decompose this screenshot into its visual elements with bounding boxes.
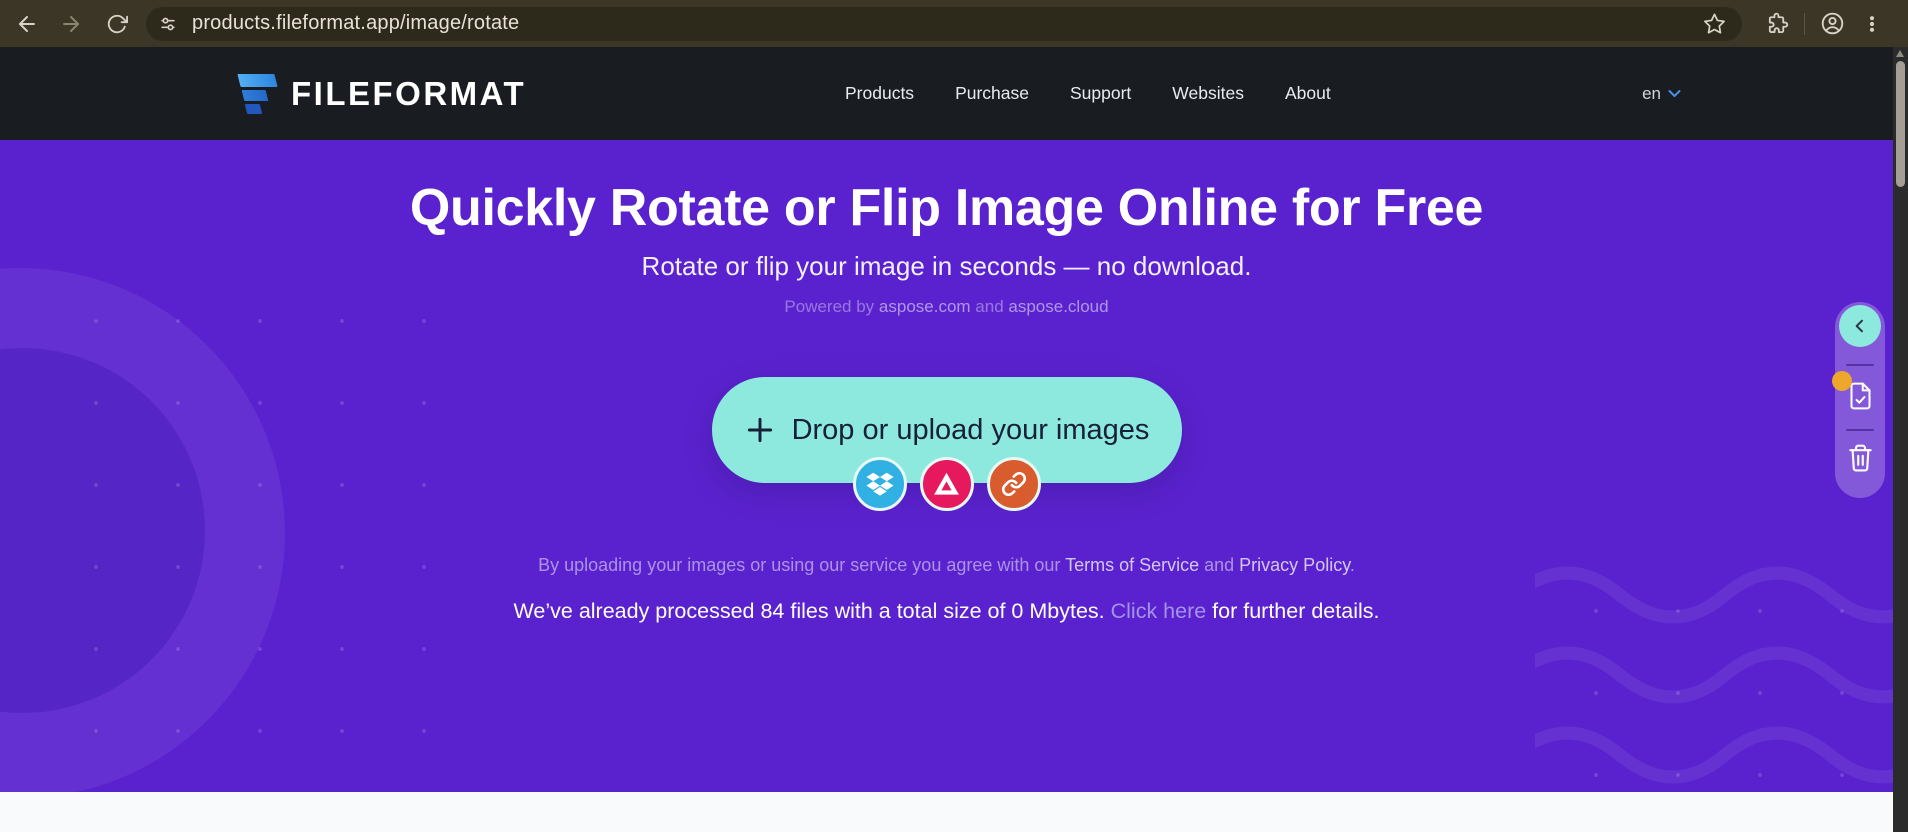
floating-side-panel (1832, 302, 1885, 498)
browser-menu-button[interactable] (1855, 7, 1889, 41)
site-header: FILEFORMAT Products Purchase Support Web… (0, 47, 1893, 140)
extensions-button[interactable] (1760, 7, 1794, 41)
scroll-up-arrow[interactable] (1896, 50, 1904, 57)
click-here-link[interactable]: Click here (1111, 599, 1207, 623)
language-selector[interactable]: en (1642, 47, 1681, 140)
forward-icon (63, 15, 79, 32)
toolbar-separator (1804, 12, 1805, 35)
back-icon (19, 15, 35, 32)
stats-line: We’ve already processed 84 files with a … (0, 599, 1893, 624)
powered-by-line: Powered by aspose.com and aspose.cloud (0, 297, 1893, 317)
profile-icon (1821, 12, 1843, 35)
logo-text: FILEFORMAT (291, 75, 527, 112)
cloud-upload-row (852, 457, 1041, 511)
terms-of-service-link[interactable]: Terms of Service (1065, 555, 1199, 575)
nav-about[interactable]: About (1285, 83, 1331, 104)
nav-websites[interactable]: Websites (1172, 83, 1244, 104)
google-drive-icon (934, 472, 959, 495)
forward-button[interactable] (54, 7, 88, 41)
terms-line: By uploading your images or using our se… (0, 555, 1893, 576)
aspose-com-link[interactable]: aspose.com (879, 297, 971, 316)
powered-and: and (970, 297, 1009, 316)
dropbox-upload-button[interactable] (852, 457, 907, 511)
terms-suffix: . (1349, 555, 1355, 575)
url-text[interactable]: products.fileformat.app/image/rotate (192, 12, 519, 35)
hero-section: Quickly Rotate or Flip Image Online for … (0, 140, 1893, 792)
trash-icon (1848, 444, 1872, 472)
footer-strip (0, 792, 1893, 832)
nav-support[interactable]: Support (1070, 83, 1131, 104)
plus-icon (747, 417, 772, 443)
fileformat-logo-icon (237, 71, 283, 117)
panel-collapse-button[interactable] (1839, 305, 1881, 347)
upload-area: Drop or upload your images (711, 377, 1182, 511)
nav-purchase[interactable]: Purchase (955, 83, 1029, 104)
reload-button[interactable] (100, 7, 134, 41)
google-drive-upload-button[interactable] (919, 457, 974, 511)
chevron-left-icon (1855, 319, 1863, 333)
logo[interactable]: FILEFORMAT (237, 71, 526, 117)
clear-files-button[interactable] (1845, 441, 1875, 473)
privacy-policy-link[interactable]: Privacy Policy (1239, 555, 1350, 575)
page-title: Quickly Rotate or Flip Image Online for … (409, 179, 1484, 237)
reload-icon (107, 14, 128, 33)
stats-suffix: for further details. (1206, 599, 1380, 623)
page-scrollbar[interactable] (1893, 47, 1908, 832)
dropbox-icon (865, 472, 894, 496)
aspose-cloud-link[interactable]: aspose.cloud (1008, 297, 1108, 316)
notification-badge (1832, 371, 1852, 391)
menu-dots-icon (1869, 15, 1875, 32)
page-subtitle: Rotate or flip your image in seconds — n… (641, 251, 1252, 281)
stats-prefix: We’ve already processed 84 files with a … (513, 599, 1111, 623)
upload-label: Drop or upload your images (791, 413, 1150, 446)
url-upload-button[interactable] (986, 457, 1041, 511)
back-button[interactable] (10, 7, 44, 41)
language-label: en (1642, 83, 1661, 103)
link-icon (1001, 471, 1026, 497)
main-nav: Products Purchase Support Websites About (845, 47, 1331, 140)
powered-prefix: Powered by (784, 297, 879, 316)
upload-report-button[interactable] (1832, 371, 1875, 412)
profile-button[interactable] (1815, 7, 1849, 41)
bookmark-star-icon[interactable] (1703, 12, 1726, 35)
scrollbar-thumb[interactable] (1896, 61, 1905, 187)
panel-divider (1846, 364, 1874, 366)
terms-prefix: By uploading your images or using our se… (538, 555, 1066, 575)
chevron-down-icon (1668, 90, 1681, 98)
browser-toolbar: products.fileformat.app/image/rotate (0, 0, 1908, 47)
terms-and: and (1199, 555, 1240, 575)
address-bar[interactable]: products.fileformat.app/image/rotate (146, 6, 1742, 41)
site-settings-icon[interactable] (158, 14, 178, 34)
extensions-icon (1768, 12, 1788, 34)
nav-products[interactable]: Products (845, 83, 914, 104)
panel-divider (1846, 429, 1874, 431)
